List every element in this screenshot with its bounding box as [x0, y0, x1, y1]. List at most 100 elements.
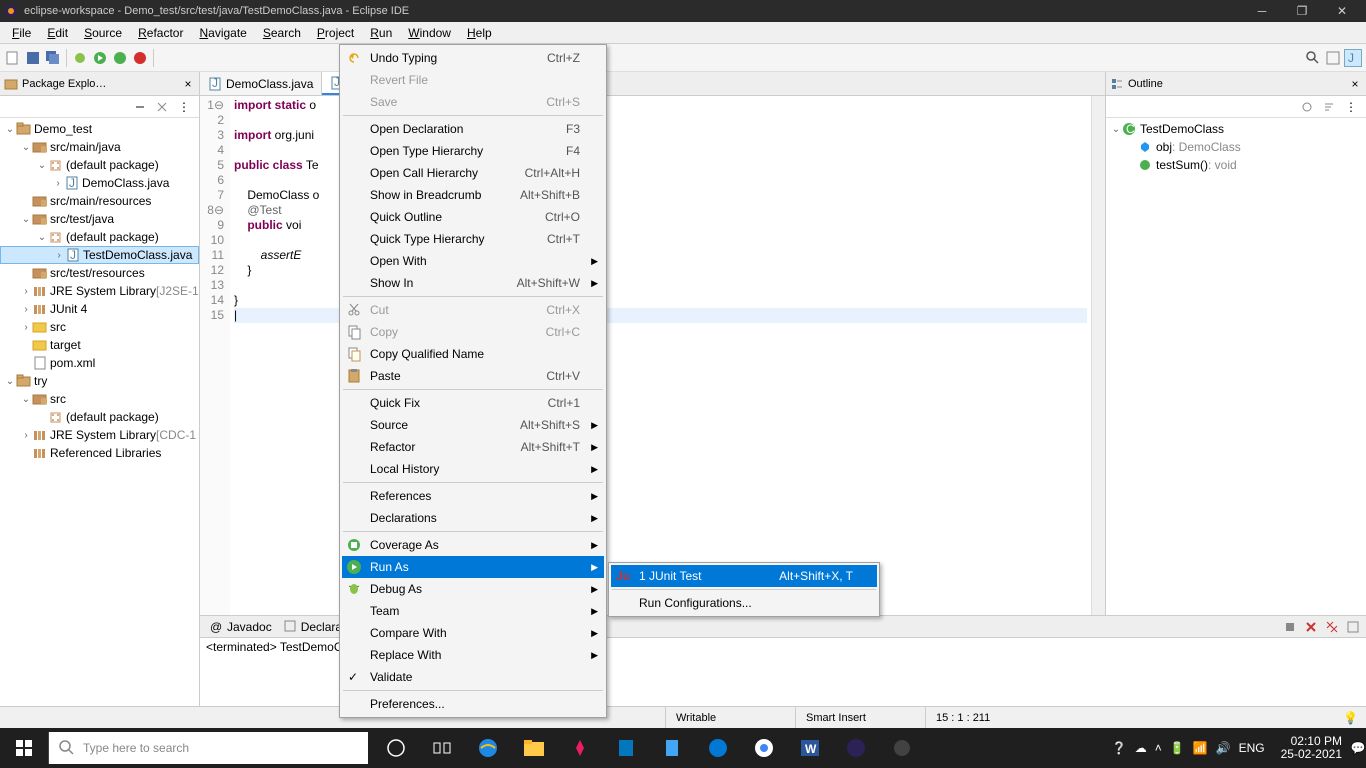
tree-node[interactable]: target: [0, 336, 199, 354]
menu-item-paste[interactable]: PasteCtrl+V: [342, 365, 604, 387]
tree-node[interactable]: ⌄try: [0, 372, 199, 390]
twist-icon[interactable]: ⌄: [4, 376, 16, 387]
outline-node[interactable]: obj : DemoClass: [1106, 138, 1366, 156]
minimize-button[interactable]: ─: [1242, 0, 1282, 22]
wifi-icon[interactable]: 📶: [1193, 741, 1208, 755]
twist-icon[interactable]: ⌄: [36, 160, 48, 171]
tree-node[interactable]: ⌄src/test/java: [0, 210, 199, 228]
tree-node[interactable]: ⌄(default package): [0, 156, 199, 174]
menu-item-show-in-breadcrumb[interactable]: Show in BreadcrumbAlt+Shift+B: [342, 184, 604, 206]
menu-item-undo-typing[interactable]: Undo TypingCtrl+Z: [342, 47, 604, 69]
twist-icon[interactable]: ⌄: [20, 214, 32, 225]
menu-item-declarations[interactable]: Declarations▶: [342, 507, 604, 529]
tree-node[interactable]: (default package): [0, 408, 199, 426]
menu-item-replace-with[interactable]: Replace With▶: [342, 644, 604, 666]
tree-node[interactable]: ›JUnit 4: [0, 300, 199, 318]
hide-fields-icon[interactable]: ⋮: [1342, 98, 1360, 116]
tree-node[interactable]: ⌄(default package): [0, 228, 199, 246]
save-all-icon[interactable]: [44, 49, 62, 67]
remove-icon[interactable]: [1302, 618, 1320, 636]
debug-icon[interactable]: [71, 49, 89, 67]
menu-run[interactable]: Run: [362, 24, 400, 42]
menu-item-show-in[interactable]: Show InAlt+Shift+W▶: [342, 272, 604, 294]
sort-icon[interactable]: [1320, 98, 1338, 116]
maximize-button[interactable]: ❐: [1282, 0, 1322, 22]
menu-item-coverage-as[interactable]: Coverage As▶: [342, 534, 604, 556]
run-icon[interactable]: [91, 49, 109, 67]
eclipse-app-icon[interactable]: [836, 728, 876, 768]
java-perspective-icon[interactable]: J: [1344, 49, 1362, 67]
menu-item-run-as[interactable]: Run As▶: [342, 556, 604, 578]
battery-icon[interactable]: 🔋: [1170, 741, 1185, 755]
menu-item-local-history[interactable]: Local History▶: [342, 458, 604, 480]
twist-icon[interactable]: ›: [53, 250, 65, 261]
tree-node[interactable]: ›src: [0, 318, 199, 336]
twist-icon[interactable]: ⌄: [20, 394, 32, 405]
app-icon-2[interactable]: [882, 728, 922, 768]
menu-item-debug-as[interactable]: Debug As▶: [342, 578, 604, 600]
collapse-all-icon[interactable]: [131, 98, 149, 116]
twist-icon[interactable]: ⌄: [36, 232, 48, 243]
language-indicator[interactable]: ENG: [1239, 741, 1265, 755]
word-icon[interactable]: W: [790, 728, 830, 768]
editor-tab-democlass[interactable]: J DemoClass.java: [200, 72, 322, 95]
volume-icon[interactable]: 🔊: [1216, 741, 1231, 755]
tree-node[interactable]: ›JTestDemoClass.java: [0, 246, 199, 264]
save-icon[interactable]: [24, 49, 42, 67]
menu-source[interactable]: Source: [76, 24, 130, 42]
remove-all-icon[interactable]: [1323, 618, 1341, 636]
twist-icon[interactable]: ›: [20, 322, 32, 333]
taskbar-search[interactable]: Type here to search: [48, 732, 368, 764]
twist-icon[interactable]: ›: [52, 178, 64, 189]
start-button[interactable]: [0, 728, 48, 768]
tree-node[interactable]: pom.xml: [0, 354, 199, 372]
tree-node[interactable]: ›JRE System Library [J2SE-1: [0, 282, 199, 300]
twist-icon[interactable]: ⌄: [1110, 124, 1122, 135]
twist-icon[interactable]: ›: [20, 304, 32, 315]
menu-item-open-with[interactable]: Open With▶: [342, 250, 604, 272]
explorer-icon[interactable]: [514, 728, 554, 768]
menu-item-open-type-hierarchy[interactable]: Open Type HierarchyF4: [342, 140, 604, 162]
tree-node[interactable]: ⌄Demo_test: [0, 120, 199, 138]
menu-item-open-call-hierarchy[interactable]: Open Call HierarchyCtrl+Alt+H: [342, 162, 604, 184]
menu-item-run-configurations-[interactable]: Run Configurations...: [611, 592, 877, 614]
menu-item-quick-type-hierarchy[interactable]: Quick Type HierarchyCtrl+T: [342, 228, 604, 250]
menu-edit[interactable]: Edit: [39, 24, 76, 42]
chevron-up-icon[interactable]: ˄: [1155, 741, 1162, 755]
stop-icon[interactable]: [1281, 618, 1299, 636]
tree-node[interactable]: ›JRE System Library [CDC-1: [0, 426, 199, 444]
ext-tools-icon[interactable]: [131, 49, 149, 67]
taskbar-clock[interactable]: 02:10 PM 25-02-2021: [1273, 735, 1350, 761]
menu-item-team[interactable]: Team▶: [342, 600, 604, 622]
close-button[interactable]: ✕: [1322, 0, 1362, 22]
tip-icon[interactable]: 💡: [1343, 711, 1358, 725]
tree-node[interactable]: ⌄src/main/java: [0, 138, 199, 156]
twist-icon[interactable]: ⌄: [4, 124, 16, 135]
tree-node[interactable]: Referenced Libraries: [0, 444, 199, 462]
menu-help[interactable]: Help: [459, 24, 500, 42]
outline-node[interactable]: ⌄CTestDemoClass: [1106, 120, 1366, 138]
ie-icon[interactable]: [468, 728, 508, 768]
close-panel-icon[interactable]: ×: [181, 77, 195, 91]
tree-node[interactable]: ⌄src: [0, 390, 199, 408]
focus-icon[interactable]: [1298, 98, 1316, 116]
menu-item-quick-fix[interactable]: Quick FixCtrl+1: [342, 392, 604, 414]
twist-icon[interactable]: ›: [20, 430, 32, 441]
outline-tab[interactable]: Outline ×: [1106, 72, 1366, 96]
coverage-icon[interactable]: [111, 49, 129, 67]
chrome-icon[interactable]: [744, 728, 784, 768]
menu-search[interactable]: Search: [255, 24, 309, 42]
new-icon[interactable]: [4, 49, 22, 67]
menu-item-copy-qualified-name[interactable]: Copy Qualified Name: [342, 343, 604, 365]
menu-window[interactable]: Window: [400, 24, 459, 42]
help-icon[interactable]: ❔: [1112, 741, 1127, 755]
search-icon[interactable]: [1304, 49, 1322, 67]
menu-item-preferences-[interactable]: Preferences...: [342, 693, 604, 715]
tree-node[interactable]: ›JDemoClass.java: [0, 174, 199, 192]
menu-item-source[interactable]: SourceAlt+Shift+S▶: [342, 414, 604, 436]
cortana-icon[interactable]: [376, 728, 416, 768]
task-view-icon[interactable]: [422, 728, 462, 768]
link-editor-icon[interactable]: [153, 98, 171, 116]
edge-icon[interactable]: [698, 728, 738, 768]
onedrive-icon[interactable]: ☁: [1135, 741, 1147, 755]
